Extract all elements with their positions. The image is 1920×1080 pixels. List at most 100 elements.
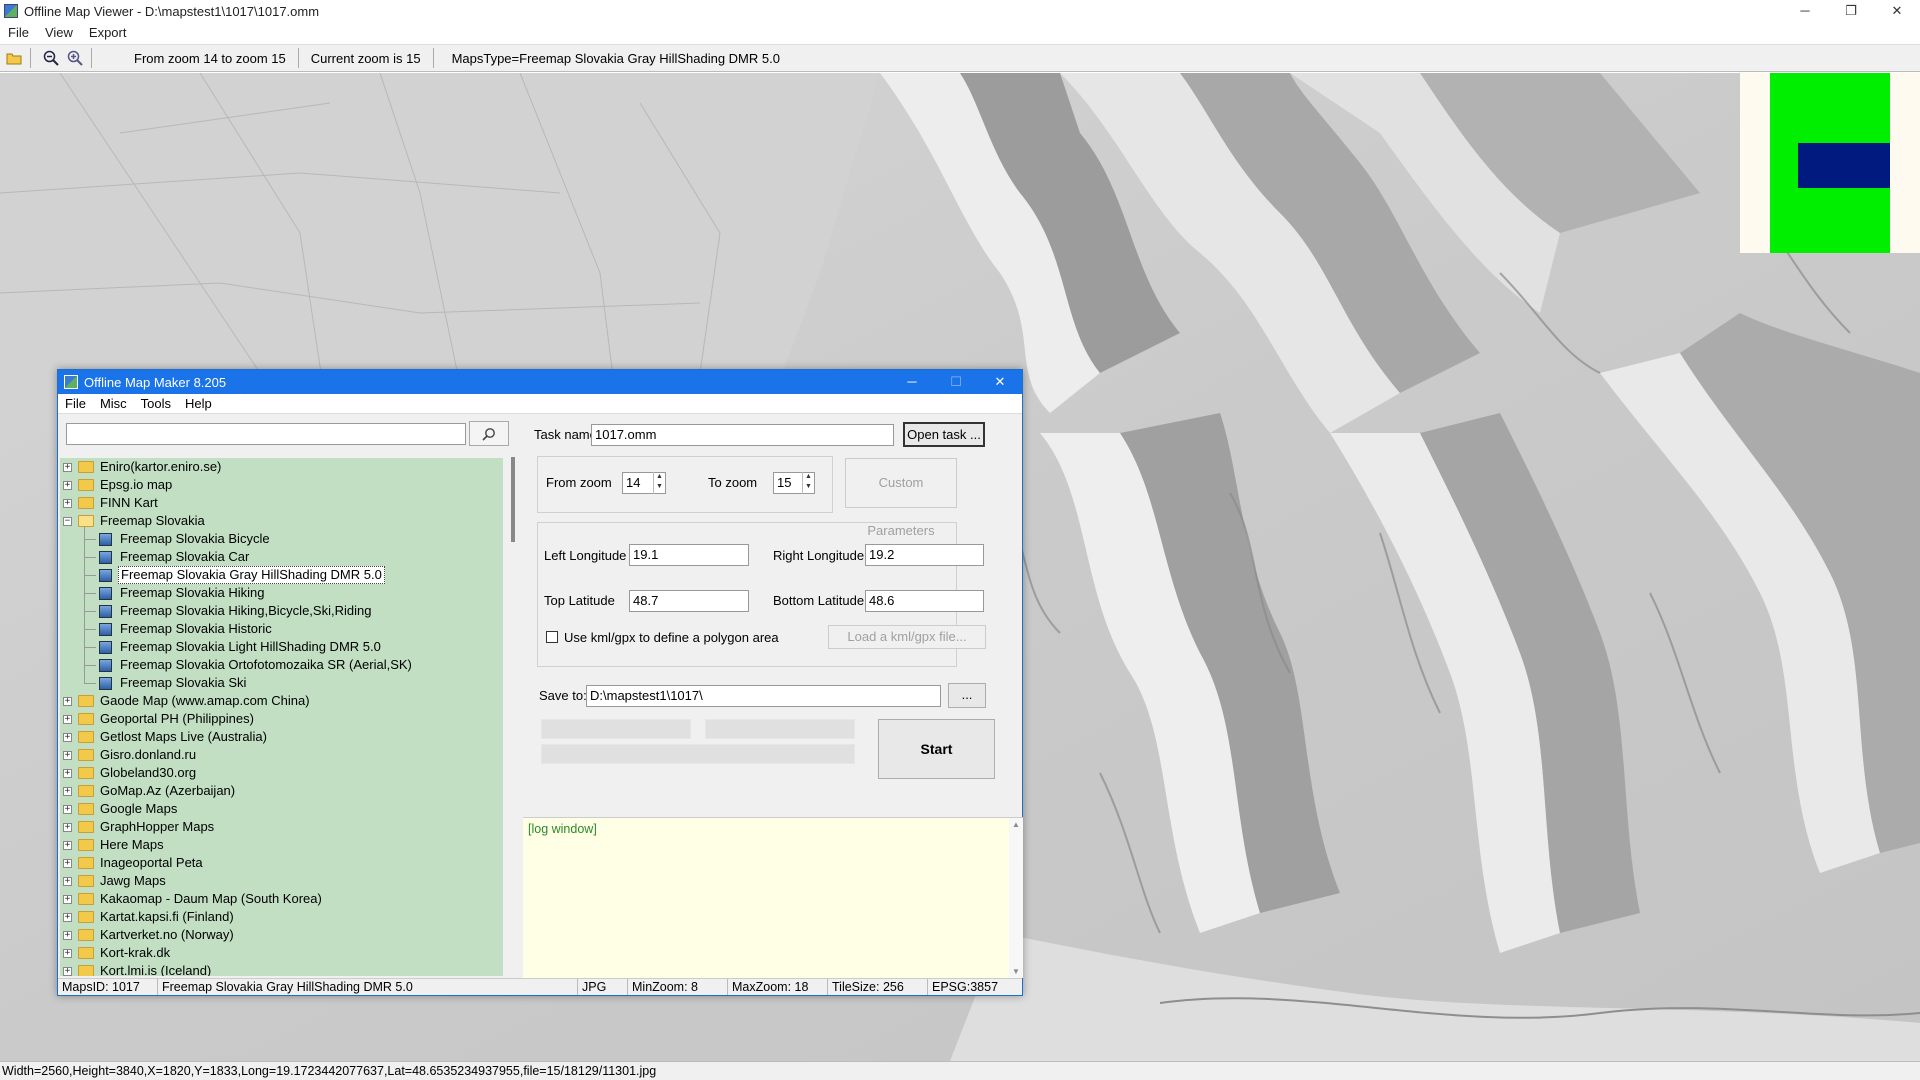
zoom-in-icon[interactable] bbox=[65, 48, 85, 68]
right-longitude-field[interactable]: 19.2 bbox=[865, 544, 984, 566]
tree-map-item[interactable]: Freemap Slovakia Hiking,Bicycle,Ski,Ridi… bbox=[60, 602, 503, 620]
tree-connector bbox=[84, 665, 96, 666]
expand-icon[interactable]: + bbox=[63, 859, 72, 868]
tree-folder-item[interactable]: + Globeland30.org bbox=[60, 764, 503, 782]
folder-icon bbox=[78, 695, 94, 707]
expand-icon[interactable]: + bbox=[63, 967, 72, 976]
expand-icon[interactable]: + bbox=[63, 841, 72, 850]
open-task-button[interactable]: Open task ... bbox=[903, 422, 985, 447]
collapse-icon[interactable]: − bbox=[63, 517, 72, 526]
dialog-close-button[interactable]: ✕ bbox=[978, 370, 1022, 394]
tree-folder-item[interactable]: + Kort-krak.dk bbox=[60, 944, 503, 962]
menu-export[interactable]: Export bbox=[81, 25, 135, 40]
dialog-menu-help[interactable]: Help bbox=[178, 396, 219, 411]
tree-folder-item[interactable]: + Kort.lmi.is (Iceland) bbox=[60, 962, 503, 976]
close-button[interactable]: ✕ bbox=[1874, 0, 1920, 22]
browse-button[interactable]: ... bbox=[948, 683, 986, 708]
expand-icon[interactable]: + bbox=[63, 769, 72, 778]
to-zoom-spinner[interactable]: ▲ ▼ bbox=[802, 472, 814, 494]
dialog-menu-file[interactable]: File bbox=[58, 396, 93, 411]
menu-file[interactable]: File bbox=[0, 25, 37, 40]
dialog-menu-misc[interactable]: Misc bbox=[93, 396, 134, 411]
tree-map-item[interactable]: Freemap Slovakia Gray HillShading DMR 5.… bbox=[60, 566, 503, 584]
restore-button[interactable]: ❐ bbox=[1828, 0, 1874, 22]
search-button[interactable] bbox=[469, 421, 509, 446]
expand-icon[interactable]: + bbox=[63, 787, 72, 796]
tree-folder-item[interactable]: + Eniro(kartor.eniro.se) bbox=[60, 458, 503, 476]
tree-item-label: Freemap Slovakia Car bbox=[120, 549, 250, 564]
from-zoom-spinner[interactable]: ▲ ▼ bbox=[653, 472, 665, 494]
tree-folder-item[interactable]: + Inageoportal Peta bbox=[60, 854, 503, 872]
zoom-out-icon[interactable] bbox=[41, 48, 61, 68]
tree-folder-item[interactable]: + Kartverket.no (Norway) bbox=[60, 926, 503, 944]
tree-folder-item[interactable]: + Gisro.donland.ru bbox=[60, 746, 503, 764]
search-icon bbox=[482, 427, 495, 441]
overview-minimap[interactable] bbox=[1740, 73, 1920, 253]
tree-folder-item[interactable]: + Epsg.io map bbox=[60, 476, 503, 494]
task-name-field[interactable]: 1017.omm bbox=[591, 424, 894, 446]
expand-icon[interactable]: + bbox=[63, 805, 72, 814]
expand-icon[interactable]: + bbox=[63, 463, 72, 472]
map-source-tree[interactable]: + Eniro(kartor.eniro.se) + Epsg.io map + FINN… bbox=[60, 458, 503, 976]
log-scrollbar[interactable]: ▲ ▼ bbox=[1009, 818, 1023, 978]
expand-icon[interactable]: + bbox=[63, 697, 72, 706]
expand-icon[interactable]: + bbox=[63, 715, 72, 724]
tree-map-item[interactable]: Freemap Slovakia Bicycle bbox=[60, 530, 503, 548]
menu-view[interactable]: View bbox=[37, 25, 81, 40]
dialog-menu-tools[interactable]: Tools bbox=[134, 396, 178, 411]
expand-icon[interactable]: + bbox=[63, 877, 72, 886]
tree-map-item[interactable]: Freemap Slovakia Ortofotomozaika SR (Aer… bbox=[60, 656, 503, 674]
min-zoom-status: MinZoom: 8 bbox=[628, 979, 728, 995]
map-search-input[interactable] bbox=[66, 423, 466, 445]
tree-folder-item[interactable]: + Here Maps bbox=[60, 836, 503, 854]
tree-map-item[interactable]: Freemap Slovakia Ski bbox=[60, 674, 503, 692]
expand-icon[interactable]: + bbox=[63, 931, 72, 940]
scroll-down-icon[interactable]: ▼ bbox=[1009, 967, 1023, 976]
tree-folder-item[interactable]: + FINN Kart bbox=[60, 494, 503, 512]
top-latitude-field[interactable]: 48.7 bbox=[629, 590, 749, 612]
load-kml-button[interactable]: Load a kml/gpx file... bbox=[828, 625, 986, 649]
tree-folder-item[interactable]: + Kartat.kapsi.fi (Finland) bbox=[60, 908, 503, 926]
tree-folder-item[interactable]: − Freemap Slovakia bbox=[60, 512, 503, 530]
scroll-up-icon[interactable]: ▲ bbox=[1009, 820, 1023, 829]
folder-icon bbox=[78, 749, 94, 761]
tree-scrollbar-thumb[interactable] bbox=[511, 457, 515, 542]
expand-icon[interactable]: + bbox=[63, 949, 72, 958]
main-title-bar: Offline Map Viewer - D:\mapstest1\1017\1… bbox=[0, 0, 1920, 22]
tree-map-item[interactable]: Freemap Slovakia Light HillShading DMR 5… bbox=[60, 638, 503, 656]
minimize-button[interactable]: ─ bbox=[1782, 0, 1828, 22]
tree-map-item[interactable]: Freemap Slovakia Hiking bbox=[60, 584, 503, 602]
tree-folder-item[interactable]: + Jawg Maps bbox=[60, 872, 503, 890]
log-window[interactable]: [log window] ▲ ▼ bbox=[523, 817, 1023, 978]
expand-icon[interactable]: + bbox=[63, 913, 72, 922]
tree-map-item[interactable]: Freemap Slovakia Historic bbox=[60, 620, 503, 638]
tree-folder-item[interactable]: + Kakaomap - Daum Map (South Korea) bbox=[60, 890, 503, 908]
left-longitude-field[interactable]: 19.1 bbox=[629, 544, 749, 566]
tree-folder-item[interactable]: + Google Maps bbox=[60, 800, 503, 818]
tree-item-label: Freemap Slovakia Ortofotomozaika SR (Aer… bbox=[120, 657, 412, 672]
start-button[interactable]: Start bbox=[878, 719, 995, 779]
expand-icon[interactable]: + bbox=[63, 733, 72, 742]
toolbar-separator bbox=[91, 48, 92, 68]
expand-icon[interactable]: + bbox=[63, 481, 72, 490]
save-to-field[interactable]: D:\mapstest1\1017\ bbox=[586, 685, 941, 707]
tree-folder-item[interactable]: + Geoportal PH (Philippines) bbox=[60, 710, 503, 728]
right-longitude-label: Right Longitude bbox=[773, 548, 865, 563]
expand-icon[interactable]: + bbox=[63, 823, 72, 832]
bottom-latitude-field[interactable]: 48.6 bbox=[865, 590, 984, 612]
open-folder-icon[interactable] bbox=[4, 48, 24, 68]
tree-item-label: Geoportal PH (Philippines) bbox=[100, 711, 254, 726]
tree-folder-item[interactable]: + GoMap.Az (Azerbaijan) bbox=[60, 782, 503, 800]
tree-folder-item[interactable]: + GraphHopper Maps bbox=[60, 818, 503, 836]
dialog-minimize-button[interactable]: ─ bbox=[890, 370, 934, 394]
custom-parameters-button[interactable]: Custom Parameters bbox=[845, 458, 957, 538]
expand-icon[interactable]: + bbox=[63, 895, 72, 904]
tree-map-item[interactable]: Freemap Slovakia Car bbox=[60, 548, 503, 566]
dialog-title-bar[interactable]: Offline Map Maker 8.205 ─ ☐ ✕ bbox=[58, 370, 1022, 394]
tree-folder-item[interactable]: + Getlost Maps Live (Australia) bbox=[60, 728, 503, 746]
kml-checkbox[interactable] bbox=[546, 631, 558, 643]
expand-icon[interactable]: + bbox=[63, 499, 72, 508]
tree-folder-item[interactable]: + Gaode Map (www.amap.com China) bbox=[60, 692, 503, 710]
expand-icon[interactable]: + bbox=[63, 751, 72, 760]
maps-type-text: MapsType=Freemap Slovakia Gray HillShadi… bbox=[451, 50, 780, 66]
